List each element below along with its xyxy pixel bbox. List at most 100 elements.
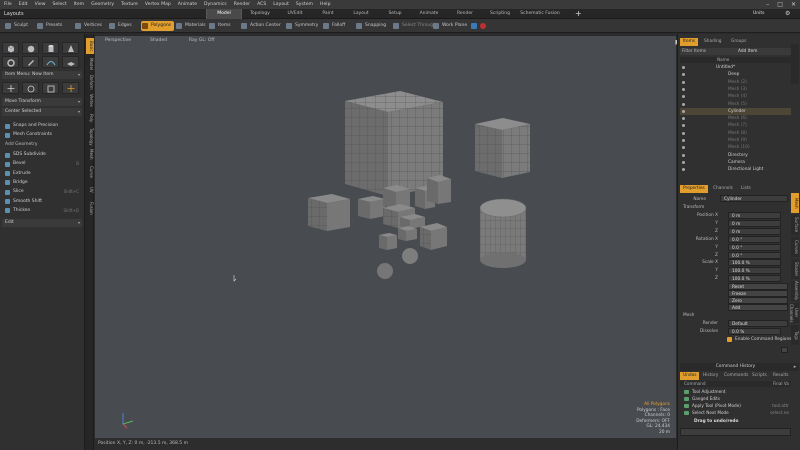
outliner-item[interactable]: Cylinder (680, 107, 791, 116)
right-cube-mesh[interactable] (475, 118, 530, 178)
visibility-eye-icon[interactable] (682, 131, 685, 135)
visibility-eye-icon[interactable] (682, 146, 685, 150)
tab-undos[interactable]: Undos (680, 372, 700, 380)
scale-z-field[interactable]: 100.0 % (728, 275, 781, 282)
minimize-icon[interactable]: – (766, 1, 769, 8)
visibility-eye-icon[interactable] (682, 160, 685, 164)
position-z-field[interactable]: 0 m (728, 228, 781, 235)
rvtab-mesh[interactable]: Mesh (791, 193, 799, 213)
menu-item[interactable]: Help (320, 2, 330, 7)
enable-command-checkbox[interactable] (727, 337, 732, 342)
vtab-poly[interactable]: Poly (86, 110, 94, 126)
cylinder-primitive-button[interactable] (42, 42, 59, 54)
visibility-eye-icon[interactable] (682, 73, 685, 77)
tab-model[interactable]: Model (206, 9, 242, 19)
polygons-button[interactable]: Polygons (141, 21, 175, 31)
falloff-button[interactable]: Falloff (322, 21, 345, 31)
menu-item[interactable]: Item (74, 2, 84, 7)
plane-primitive-button[interactable] (62, 56, 79, 68)
rvtab-shader[interactable]: Shader (791, 259, 799, 279)
outliner-item[interactable]: Directory (680, 152, 791, 159)
curve-tool-button[interactable] (42, 56, 59, 68)
more-options-button[interactable] (781, 347, 788, 353)
action-center-button[interactable]: Action Center (240, 21, 281, 31)
menu-item[interactable]: Select (53, 2, 67, 7)
tab-results[interactable]: Results (770, 372, 792, 380)
tab-shading[interactable]: Shading (701, 38, 724, 46)
reset-dropdown[interactable]: Reset (728, 283, 788, 290)
snaps-precision-button[interactable]: Snaps and Precision (2, 122, 82, 130)
menu-item[interactable]: Render (234, 2, 250, 7)
rotation-y-field[interactable]: 0.0 ° (728, 244, 781, 251)
tool-bridge[interactable]: Bridge (2, 179, 82, 187)
torus-primitive-button[interactable] (2, 56, 19, 68)
presets-button[interactable]: Presets (36, 21, 62, 31)
tool-slice[interactable]: Slice Shift+C (2, 188, 82, 196)
info-icon[interactable] (471, 23, 477, 29)
tab-uvedit[interactable]: UVEdit (280, 9, 310, 19)
move-transform-dropdown[interactable]: Move Transform ▾ (2, 98, 82, 106)
panel-collapse-icon[interactable]: ▸ (791, 363, 799, 371)
outliner-item[interactable]: Mesh (2) (680, 79, 791, 86)
outliner-item[interactable]: Directional Light (680, 166, 791, 173)
menu-item[interactable]: Dynamics (204, 2, 227, 7)
menu-item[interactable]: System (296, 2, 313, 7)
transform-tool-button[interactable] (62, 82, 79, 94)
shading-menu[interactable]: Shaded (150, 38, 167, 43)
select-through-button[interactable]: Select Through (392, 21, 436, 31)
dissolve-field[interactable]: 0.0 % (728, 328, 781, 335)
tab-animate[interactable]: Animate (413, 9, 445, 19)
ray-gl-menu[interactable]: Ray GL: Off (189, 38, 214, 43)
maximize-icon[interactable]: □ (777, 1, 783, 8)
move-tool-button[interactable] (2, 82, 19, 94)
tool-bevel[interactable]: Bevel B (2, 160, 82, 168)
work-plane-button[interactable]: Work Plane (432, 21, 467, 31)
rvtab-curves[interactable]: Curves (791, 237, 799, 257)
units-menu[interactable]: Units (753, 9, 765, 19)
scale-tool-button[interactable] (42, 82, 59, 94)
items-button[interactable]: Items (208, 21, 231, 31)
outliner-item[interactable]: Mesh (5) (680, 101, 791, 108)
sphere-primitive-button[interactable] (22, 42, 39, 54)
outliner-item[interactable]: Mesh (7) (680, 122, 791, 129)
visibility-eye-icon[interactable] (682, 168, 685, 172)
drag-undo-hint[interactable]: Drag to undo/redo (680, 418, 791, 425)
tab-scripts[interactable]: Scripts (749, 372, 770, 380)
vtab-fusion[interactable]: Fusion (86, 200, 94, 216)
menu-item[interactable]: Edit (19, 2, 28, 7)
history-row[interactable]: Apply Tool (Pivot Mode) tool.attr (680, 402, 791, 409)
gear-icon[interactable]: ⚙ (785, 9, 790, 19)
menu-item[interactable]: File (4, 2, 12, 7)
visibility-eye-icon[interactable] (682, 95, 685, 99)
filter-items-menu[interactable]: Filter Items (682, 49, 706, 54)
vtab-deform[interactable]: Deform (86, 74, 94, 90)
close-icon[interactable]: ✕ (791, 1, 796, 8)
visibility-eye-icon[interactable] (682, 87, 685, 91)
menu-item[interactable]: Texture (121, 2, 138, 7)
visibility-eye-icon[interactable] (682, 153, 685, 157)
edges-button[interactable]: Edges (108, 21, 132, 31)
rotation-x-field[interactable]: 0.0 ° (728, 236, 781, 243)
history-row[interactable]: Ganged Edits (680, 395, 791, 402)
spheres[interactable] (377, 248, 418, 279)
tool-sds-subdivide[interactable]: SDS Subdivide (2, 151, 82, 159)
add-item-button[interactable]: Add Item (738, 49, 757, 54)
cube-primitive-button[interactable] (2, 42, 19, 54)
tab-properties[interactable]: Properties (680, 185, 708, 193)
add-dropdown[interactable]: Add (728, 304, 788, 311)
mesh-section[interactable]: Mesh (683, 313, 694, 318)
position-y-field[interactable]: 0 m (728, 220, 781, 227)
rvtab-surface[interactable]: Surface (791, 215, 799, 235)
tab-paint[interactable]: Paint (313, 9, 343, 19)
edit-dropdown[interactable]: Edit ▾ (2, 219, 82, 227)
name-field[interactable]: Cylinder (720, 195, 788, 202)
tab-items[interactable]: Items (680, 38, 699, 46)
tab-layout[interactable]: Layout (346, 9, 376, 19)
visibility-eye-icon[interactable] (682, 80, 685, 84)
visibility-eye-icon[interactable] (682, 139, 685, 142)
outliner-item[interactable]: Deep (680, 71, 791, 78)
vtab-model[interactable]: Model (86, 56, 94, 72)
outliner-item[interactable]: Untitled* (680, 64, 791, 71)
tab-scripting[interactable]: Scripting (485, 9, 515, 19)
outliner-item[interactable]: Mesh (10) (680, 144, 791, 151)
